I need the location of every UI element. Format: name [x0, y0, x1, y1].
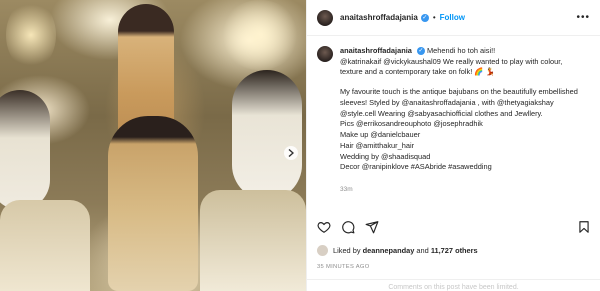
share-icon[interactable]	[365, 220, 379, 234]
photo-guest-left	[0, 90, 50, 210]
photo-figure-seated	[108, 116, 198, 291]
chevron-right-icon[interactable]	[284, 146, 298, 160]
caption-line: Pics @errikosandreouphoto @josephradhik	[340, 119, 483, 129]
likes-prefix: Liked by	[333, 246, 361, 255]
heart-icon[interactable]	[317, 220, 331, 234]
likes-and: and	[416, 246, 429, 255]
post-header: anaitashroffadajania ✓ • Follow •••	[307, 0, 600, 36]
caption-username[interactable]: anaitashroffadajania	[340, 46, 412, 55]
post-sidebar: anaitashroffadajania ✓ • Follow ••• anai…	[306, 0, 600, 291]
divider	[307, 279, 600, 280]
likes-count[interactable]: 11,727 others	[431, 246, 478, 255]
likes-user[interactable]: deannepanday	[363, 246, 415, 255]
post-timestamp[interactable]: 35 MINUTES AGO	[317, 264, 370, 270]
post-photo[interactable]	[0, 0, 306, 291]
separator-dot: •	[432, 13, 436, 22]
likes-summary: Liked by deannepanday and 11,727 others	[317, 245, 478, 256]
caption-line: @katrinakaif @vickykaushal09 We really w…	[340, 56, 563, 77]
liker-avatar[interactable]	[317, 245, 328, 256]
username[interactable]: anaitashroffadajania	[340, 13, 418, 22]
caption-gap	[340, 78, 580, 87]
action-bar	[317, 220, 591, 234]
photo-flowers-right	[220, 0, 300, 70]
caption-line: Mehendi ho toh aisi!!	[427, 46, 496, 55]
caption-body: anaitashroffadajania ✓ Mehendi ho toh ai…	[340, 46, 580, 208]
photo-cushion-left	[0, 200, 90, 291]
caption-line: Make up @danielcbauer	[340, 130, 421, 140]
caption: anaitashroffadajania ✓ Mehendi ho toh ai…	[307, 36, 600, 208]
caption-line: Hair @amitthakur_hair	[340, 140, 415, 150]
caption-line: My favourite touch is the antique bajuba…	[340, 87, 578, 118]
caption-time: 33m	[340, 186, 353, 194]
avatar[interactable]	[317, 9, 333, 26]
more-options-icon[interactable]: •••	[576, 12, 590, 23]
photo-guest-right	[232, 70, 302, 200]
caption-line: Decor @ranipinklove #ASAbride #asaweddin…	[340, 162, 492, 172]
instagram-post: anaitashroffadajania ✓ • Follow ••• anai…	[0, 0, 600, 291]
caption-first-line: anaitashroffadajania ✓ Mehendi ho toh ai…	[340, 46, 580, 57]
follow-button[interactable]: Follow	[440, 13, 465, 22]
photo-cushion-right	[200, 190, 306, 291]
photo-flowers-left	[6, 0, 56, 70]
comment-icon[interactable]	[341, 220, 355, 234]
comments-limited-notice: Comments on this post have been limited.	[388, 284, 519, 291]
caption-avatar[interactable]	[317, 46, 333, 62]
verified-badge-icon: ✓	[416, 47, 425, 56]
verified-badge-icon: ✓	[420, 13, 429, 22]
bookmark-icon[interactable]	[577, 220, 591, 234]
caption-line: Wedding by @shaadisquad	[340, 151, 431, 161]
